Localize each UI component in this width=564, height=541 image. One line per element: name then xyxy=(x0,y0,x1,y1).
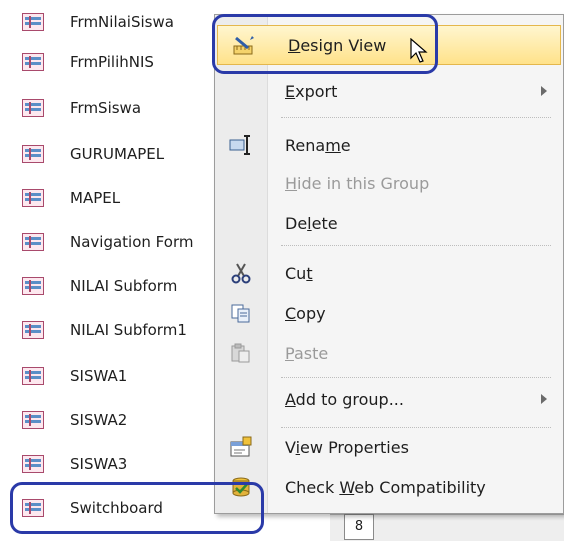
menu-item-label: Add to group... xyxy=(285,389,404,409)
menu-item-delete[interactable]: Delete xyxy=(215,203,563,243)
annotation-outline-switchboard xyxy=(10,482,264,534)
menu-item-label: Hide in this Group xyxy=(285,173,430,193)
context-menu: Design View Export Rename Hide in this G… xyxy=(214,14,564,514)
nav-item-label: GURUMAPEL xyxy=(70,145,165,163)
form-icon xyxy=(22,321,44,339)
menu-item-label: Rename xyxy=(285,135,351,155)
nav-item-label: SISWA2 xyxy=(70,411,128,429)
nav-item-label: FrmPilihNIS xyxy=(70,53,154,71)
form-icon xyxy=(22,233,44,251)
menu-item-label: Check Web Compatibility xyxy=(285,477,486,497)
paste-icon xyxy=(229,341,253,365)
menu-item-label: View Properties xyxy=(285,437,409,457)
nav-item-label: Navigation Form xyxy=(70,233,194,251)
navigation-pane: FrmNilaiSiswa FrmPilihNIS FrmSiswa GURUM… xyxy=(0,0,240,540)
menu-item-add-to-group[interactable]: Add to group... xyxy=(215,379,563,419)
nav-item-label: FrmSiswa xyxy=(70,99,142,117)
nav-item-label: FrmNilaiSiswa xyxy=(70,13,174,31)
form-icon xyxy=(22,53,44,71)
menu-separator xyxy=(281,117,551,118)
page-number-box: 8 xyxy=(344,514,374,540)
nav-item-label: SISWA3 xyxy=(70,455,128,473)
menu-item-export[interactable]: Export xyxy=(215,71,563,111)
menu-item-check-web-compatibility[interactable]: Check Web Compatibility xyxy=(215,467,563,507)
menu-item-label: Export xyxy=(285,81,338,101)
form-icon xyxy=(22,145,44,163)
submenu-arrow-icon xyxy=(541,86,547,96)
menu-item-view-properties[interactable]: View Properties xyxy=(215,427,563,467)
menu-item-paste[interactable]: Paste xyxy=(215,333,563,373)
form-icon xyxy=(22,367,44,385)
rename-icon xyxy=(229,133,253,157)
menu-item-label: Delete xyxy=(285,213,338,233)
annotation-outline-design-view xyxy=(212,14,438,74)
menu-separator xyxy=(281,245,551,246)
copy-icon xyxy=(229,301,253,325)
scissors-icon xyxy=(229,261,253,285)
form-icon xyxy=(22,99,44,117)
menu-item-cut[interactable]: Cut xyxy=(215,253,563,293)
form-icon xyxy=(22,277,44,295)
menu-item-label: Paste xyxy=(285,343,329,363)
form-icon xyxy=(22,189,44,207)
nav-item-label: NILAI Subform1 xyxy=(70,321,187,339)
menu-item-label: Cut xyxy=(285,263,313,283)
properties-icon xyxy=(229,435,253,459)
form-icon xyxy=(22,411,44,429)
form-icon xyxy=(22,455,44,473)
nav-item-label: SISWA1 xyxy=(70,367,128,385)
nav-item-label: NILAI Subform xyxy=(70,277,178,295)
form-icon xyxy=(22,13,44,31)
menu-separator xyxy=(281,377,551,378)
nav-item-label: MAPEL xyxy=(70,189,121,207)
menu-item-copy[interactable]: Copy xyxy=(215,293,563,333)
menu-item-rename[interactable]: Rename xyxy=(215,125,563,165)
menu-item-hide-in-group[interactable]: Hide in this Group xyxy=(215,163,563,203)
menu-item-label: Copy xyxy=(285,303,326,323)
submenu-arrow-icon xyxy=(541,394,547,404)
mouse-cursor-icon xyxy=(410,38,428,63)
